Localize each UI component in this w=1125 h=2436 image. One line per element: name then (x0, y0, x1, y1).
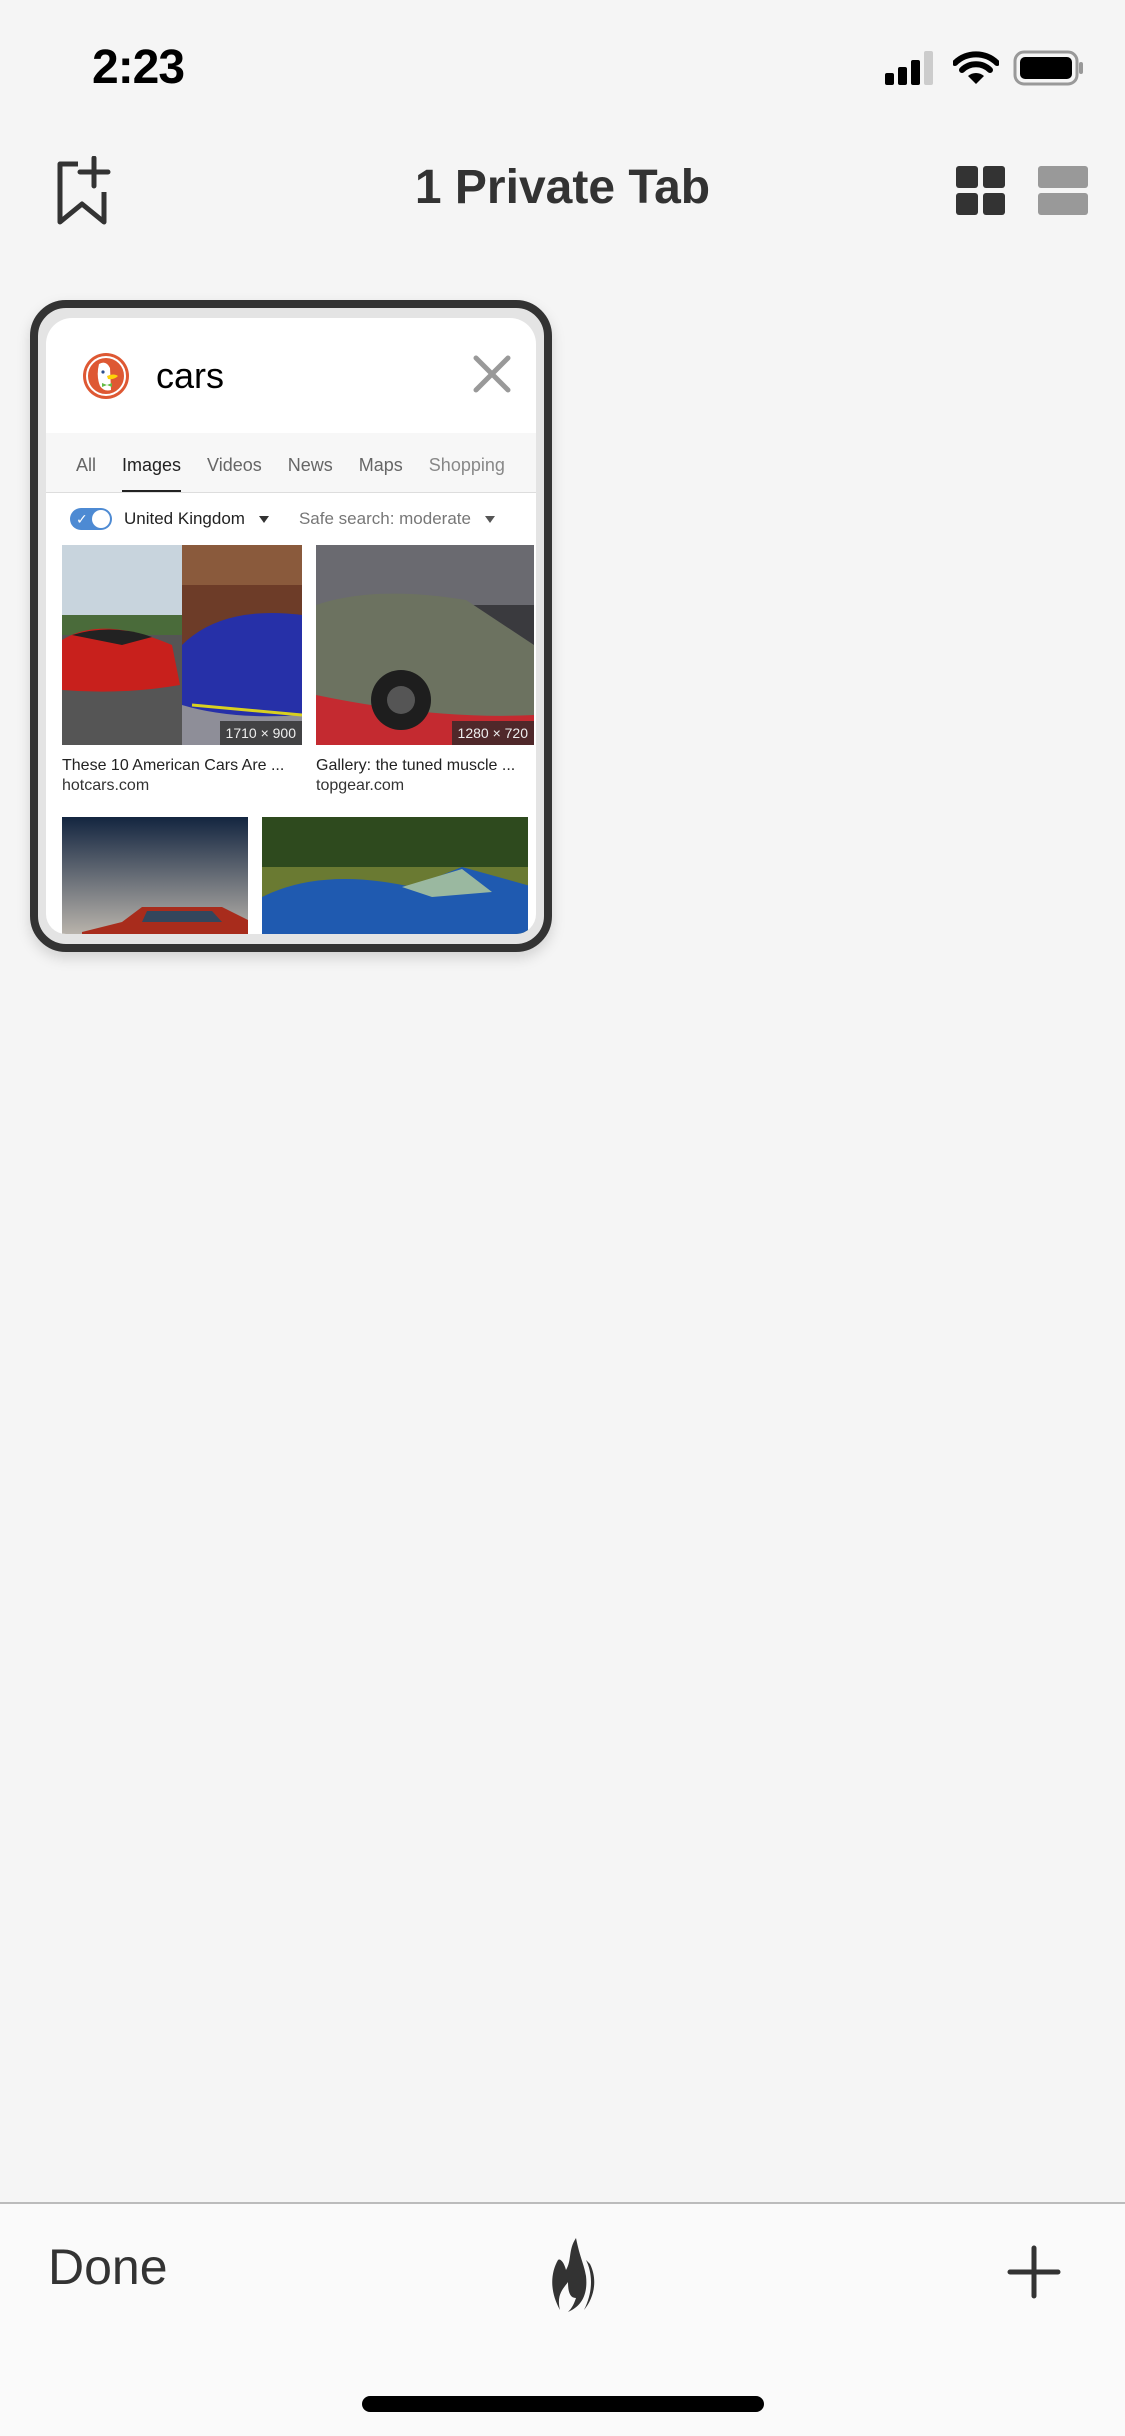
cellular-signal-icon (885, 51, 933, 85)
search-tab-images[interactable]: Images (122, 455, 182, 492)
wifi-icon (953, 51, 999, 84)
safe-search-dropdown[interactable]: Safe search: moderate (299, 509, 495, 529)
image-results-row (46, 817, 536, 934)
region-toggle[interactable]: ✓ (70, 508, 112, 530)
caret-down-icon (484, 515, 495, 523)
image-results-row: 1710 × 900 These 10 American Cars Are ..… (46, 545, 536, 795)
image-result[interactable]: 1280 × 720 Gallery: the tuned muscle ...… (316, 545, 534, 795)
tab-title: cars (156, 354, 225, 396)
image-source: topgear.com (316, 777, 405, 794)
image-result[interactable] (62, 817, 248, 934)
image-dimensions: 1280 × 720 (451, 721, 534, 745)
fire-icon (552, 2238, 595, 2312)
search-tab-videos[interactable]: Videos (207, 455, 262, 492)
check-icon: ✓ (76, 511, 88, 527)
search-tab-news[interactable]: News (288, 455, 333, 492)
duckduckgo-icon (83, 352, 129, 399)
region-dropdown[interactable]: United Kingdom (124, 509, 269, 529)
image-result[interactable] (261, 817, 528, 934)
done-button[interactable]: Done (48, 2238, 168, 2296)
blue-muscle-car-image (182, 545, 302, 745)
new-tab-button[interactable] (1006, 2244, 1062, 2300)
close-tab-icon[interactable] (472, 354, 512, 394)
status-icons (885, 50, 1085, 86)
status-time: 2:23 (92, 41, 185, 94)
search-tab-all[interactable]: All (76, 455, 96, 492)
search-type-tabs: All Images Videos News Maps Shopping (46, 433, 536, 493)
grid-view-button[interactable] (956, 166, 1006, 216)
tab-header: cars (46, 318, 536, 433)
image-thumbnail: 1710 × 900 (62, 545, 302, 745)
search-tab-maps[interactable]: Maps (359, 455, 403, 492)
bottom-toolbar: Done (0, 2202, 1125, 2436)
red-sports-car-image (62, 545, 182, 745)
home-indicator[interactable] (362, 2396, 764, 2412)
battery-icon (1013, 50, 1083, 86)
grid-view-icon (956, 166, 1005, 215)
plus-icon (1007, 2245, 1061, 2299)
image-thumbnail: 1280 × 720 (316, 545, 534, 745)
image-result[interactable]: 1710 × 900 These 10 American Cars Are ..… (62, 545, 302, 795)
search-tab-shopping[interactable]: Shopping (429, 455, 505, 492)
fire-button[interactable] (538, 2234, 602, 2314)
search-filters: ✓ United Kingdom Safe search: moderate (46, 493, 536, 545)
safe-search-label: Safe search: moderate (298, 509, 471, 528)
caret-down-icon (258, 515, 269, 523)
image-caption: Gallery: the tuned muscle ... (316, 757, 516, 774)
green-mustang-image (316, 545, 534, 745)
classic-red-car-image (62, 817, 248, 934)
image-source: hotcars.com (62, 777, 150, 794)
toggle-knob (92, 510, 110, 528)
list-view-button[interactable] (1038, 166, 1088, 216)
region-label: United Kingdom (124, 509, 245, 528)
tab-preview: cars All Images Videos News Maps Shoppin… (46, 318, 536, 934)
tab-card[interactable]: cars All Images Videos News Maps Shoppin… (30, 300, 552, 952)
blue-corvette-image (261, 817, 528, 934)
list-view-icon (1038, 166, 1088, 215)
image-caption: These 10 American Cars Are ... (62, 757, 285, 774)
image-dimensions: 1710 × 900 (219, 721, 302, 745)
